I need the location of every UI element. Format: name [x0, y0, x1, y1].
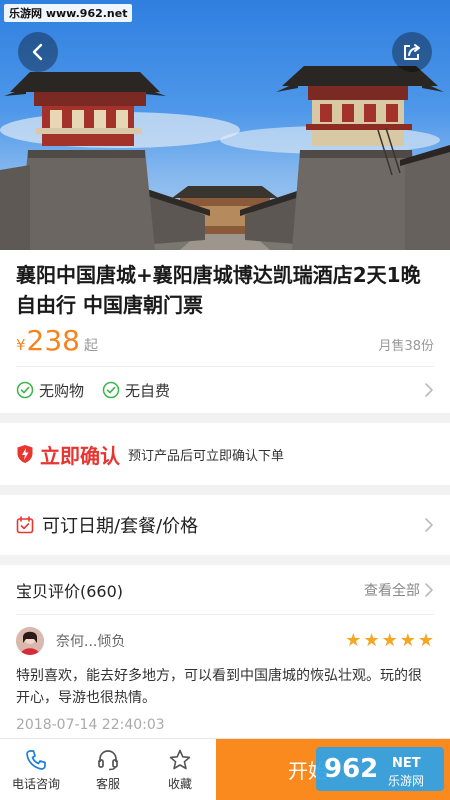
review-timestamp: 2018-07-14 22:40:03	[16, 717, 165, 733]
favorite-label: 收藏	[167, 776, 192, 791]
reviews-title: 宝贝评价(660)	[16, 581, 124, 601]
review-user-row: 奈何...倾负 ★ ★ ★ ★ ★	[16, 615, 434, 655]
logo-brand: 乐游网	[388, 774, 424, 788]
divider	[0, 485, 450, 495]
chevron-right-icon	[425, 383, 433, 397]
headset-icon	[98, 749, 118, 770]
share-icon	[404, 44, 420, 60]
customer-service-label: 客服	[95, 776, 120, 791]
back-button[interactable]	[18, 32, 58, 72]
product-title: 襄阳中国唐城+襄阳唐城博达凯瑞酒店2天1晚自由行 中国唐朝门票	[16, 263, 421, 317]
instant-confirm-banner: 立即确认 预订产品后可立即确认下单	[0, 423, 450, 485]
hero-image: 乐游网 www.962.net	[0, 0, 450, 250]
book-now-button[interactable]: 开始 962 NET 乐游网	[216, 739, 450, 800]
tag-label: 无购物	[39, 381, 85, 400]
back-arrow-icon	[32, 43, 43, 61]
tag-no-extra-cost: 无自费	[102, 380, 170, 401]
user-photo-icon	[16, 627, 44, 655]
share-button[interactable]	[392, 32, 432, 72]
favorite-button[interactable]: 收藏	[144, 739, 216, 800]
page: 乐游网 www.962.net 襄阳中国唐城+襄阳唐城博达凯瑞酒店2天1晚自由行…	[0, 0, 450, 800]
price-currency: ¥	[16, 336, 26, 354]
check-circle-icon	[102, 381, 120, 399]
price-suffix: 起	[84, 338, 98, 354]
service-tags-row[interactable]: 无购物 无自费	[16, 367, 434, 413]
phone-icon	[26, 749, 46, 770]
phone-consult-label: 电话咨询	[11, 776, 60, 791]
reviews-header: 宝贝评价(660) 查看全部	[16, 565, 434, 615]
star-icon: ★	[381, 630, 398, 651]
avatar	[16, 627, 44, 655]
star-icon: ★	[345, 630, 362, 651]
review-text: 特别喜欢，能去好多地方，可以看到中国唐城的恢弘壮观。玩的很开心，导游也很热情。	[16, 668, 422, 706]
logo-net: NET	[392, 756, 421, 771]
product-info: 襄阳中国唐城+襄阳唐城博达凯瑞酒店2天1晚自由行 中国唐朝门票 ¥ 238 起 …	[0, 250, 450, 413]
962-logo-watermark: 962 NET 乐游网	[316, 747, 444, 791]
confirm-title: 立即确认	[40, 443, 120, 468]
customer-service-button[interactable]: 客服	[72, 739, 144, 800]
shield-bolt-icon	[17, 445, 33, 463]
price: ¥ 238 起	[16, 326, 98, 356]
tang-city-gate-photo	[0, 66, 450, 250]
check-circle-icon	[16, 381, 34, 399]
chevron-right-icon	[425, 582, 433, 597]
confirm-description: 预订产品后可立即确认下单	[128, 448, 285, 464]
star-icon: ★	[399, 630, 416, 651]
divider	[0, 413, 450, 423]
tag-label: 无自费	[125, 381, 171, 400]
star-icon: ★	[363, 630, 380, 651]
price-value: 238	[26, 324, 80, 357]
logo-number: 962	[324, 754, 378, 784]
bottom-action-bar: 电话咨询 客服 收藏 开始 962 NET 乐游网	[0, 738, 450, 800]
watermark-label: 乐游网 www.962.net	[4, 4, 133, 22]
divider	[0, 555, 450, 565]
price-row: ¥ 238 起 月售38份	[16, 320, 434, 367]
reviewer-name: 奈何...倾负	[56, 634, 126, 650]
star-icon: ★	[417, 630, 434, 651]
date-option-label: 可订日期/套餐/价格	[42, 516, 199, 537]
view-all-reviews-link[interactable]: 查看全部	[364, 580, 434, 600]
star-outline-icon	[169, 749, 191, 769]
reviews-section: 宝贝评价(660) 查看全部 奈何...倾负 ★ ★ ★ ★ ★ 特别喜欢，能去…	[0, 565, 450, 739]
view-all-label: 查看全部	[364, 582, 420, 599]
chevron-right-icon	[425, 518, 433, 532]
date-package-price-selector[interactable]: 可订日期/套餐/价格	[0, 495, 450, 555]
phone-consult-button[interactable]: 电话咨询	[0, 739, 72, 800]
monthly-sales: 月售38份	[378, 339, 434, 354]
tag-no-shopping: 无购物	[16, 380, 84, 401]
calendar-icon	[16, 516, 34, 534]
rating-stars: ★ ★ ★ ★ ★	[343, 632, 434, 650]
